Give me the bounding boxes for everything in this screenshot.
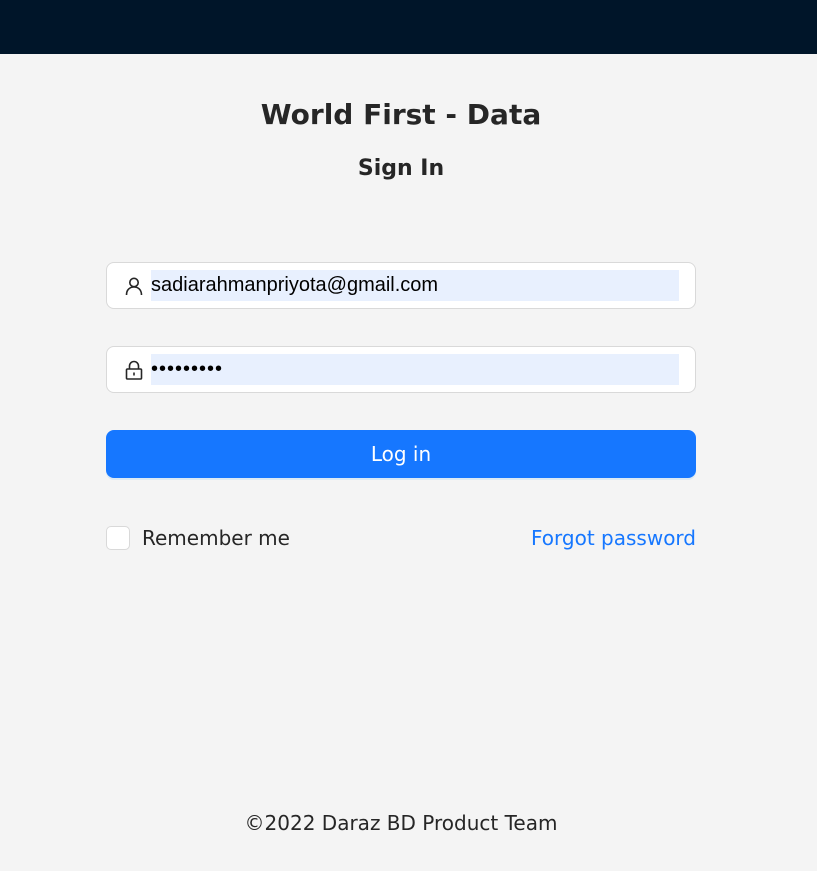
password-field[interactable] bbox=[106, 346, 696, 393]
login-button[interactable]: Log in bbox=[106, 430, 696, 478]
app-title: World First - Data bbox=[260, 98, 542, 131]
remember-me[interactable]: Remember me bbox=[106, 526, 290, 550]
remember-me-label[interactable]: Remember me bbox=[142, 526, 290, 550]
footer-copyright: ©2022 Daraz BD Product Team bbox=[244, 811, 558, 835]
password-input[interactable] bbox=[151, 354, 679, 385]
forgot-password-link[interactable]: Forgot password bbox=[531, 526, 696, 550]
lock-icon bbox=[124, 360, 144, 380]
remember-me-checkbox[interactable] bbox=[106, 526, 130, 550]
sign-in-heading: Sign In bbox=[357, 156, 445, 181]
user-icon bbox=[124, 276, 144, 296]
email-field[interactable] bbox=[106, 262, 696, 309]
top-header-bar bbox=[0, 0, 817, 54]
email-input[interactable] bbox=[151, 270, 679, 301]
